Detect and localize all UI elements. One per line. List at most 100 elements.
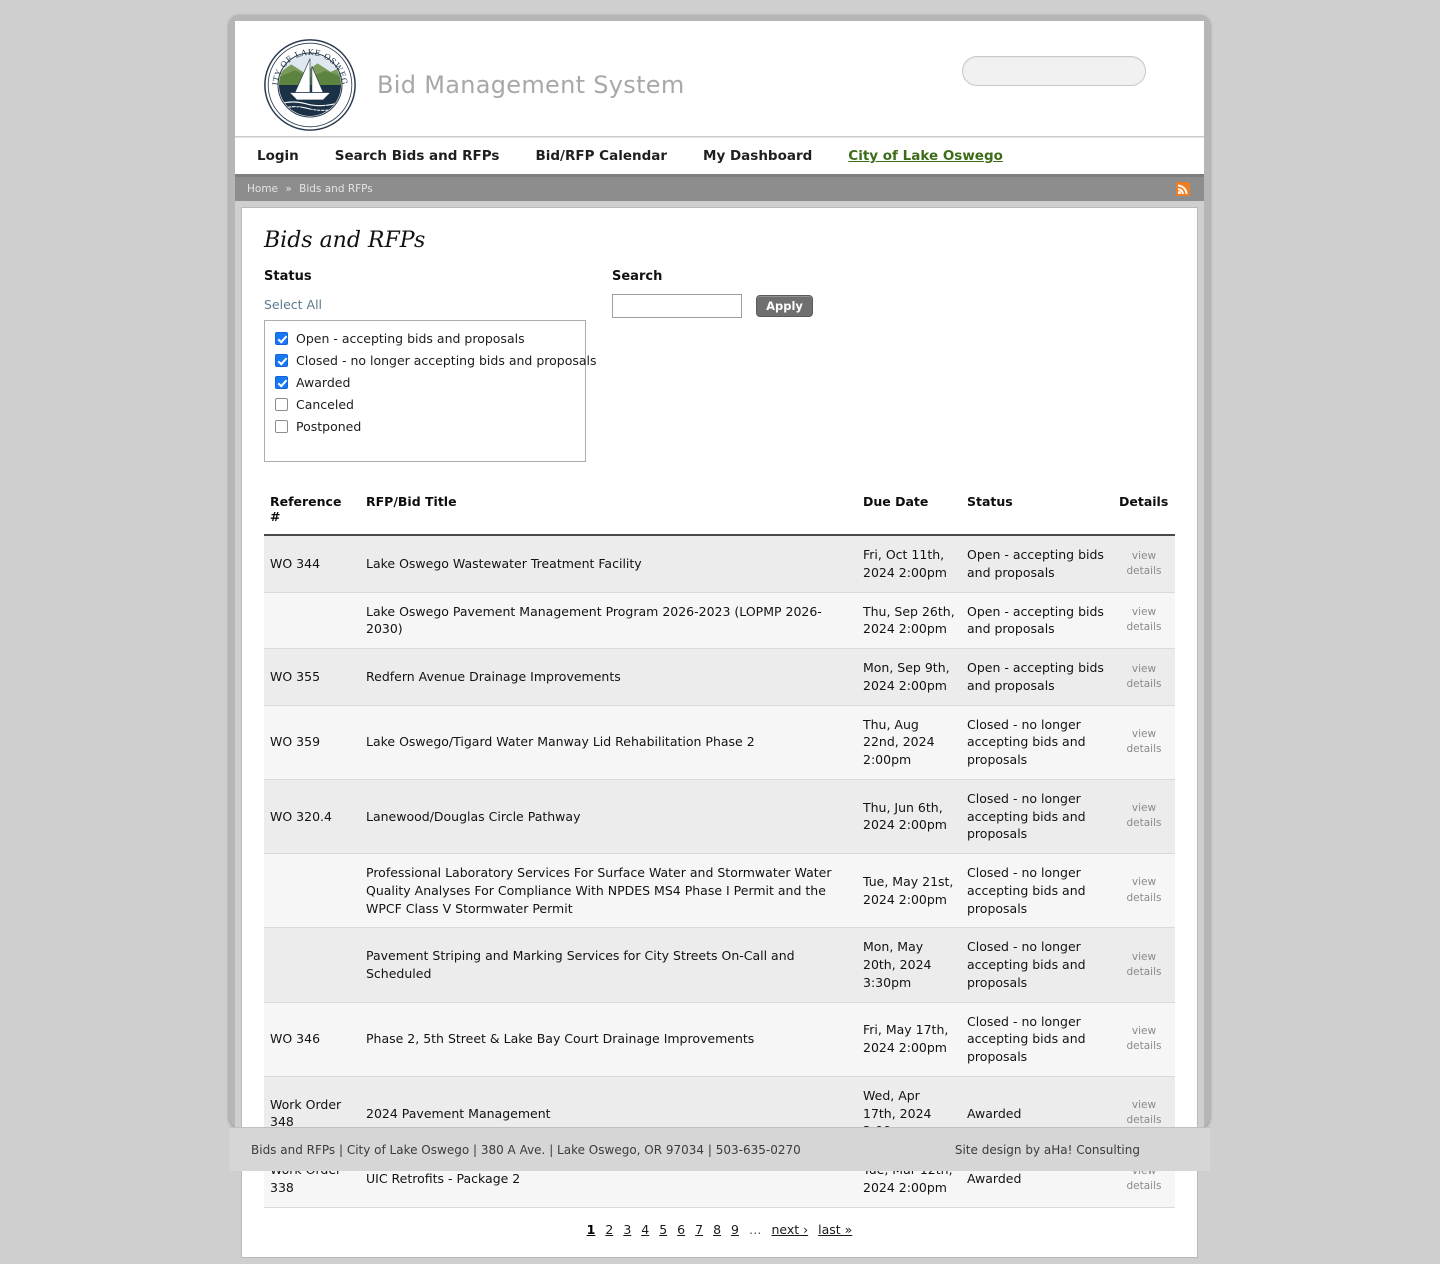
header-search-input[interactable] — [962, 56, 1146, 86]
rss-glyph-icon — [1177, 184, 1188, 195]
search-input[interactable] — [612, 294, 742, 318]
cell-due-date: Thu, Sep 26th, 2024 2:00pm — [857, 592, 961, 649]
view-details-link[interactable]: view details — [1119, 605, 1169, 635]
cell-title: Lake Oswego/Tigard Water Manway Lid Reha… — [360, 705, 857, 780]
cell-status: Closed - no longer accepting bids and pr… — [961, 705, 1113, 780]
view-details-link[interactable]: view details — [1119, 662, 1169, 692]
filter-row: Status Select All Open - accepting bids … — [264, 269, 1175, 462]
nav-item-bid-rfp-calendar[interactable]: Bid/RFP Calendar — [535, 148, 667, 164]
table-row: WO 344 Lake Oswego Wastewater Treatment F… — [264, 535, 1175, 593]
cell-status: Open - accepting bids and proposals — [961, 648, 1113, 706]
cell-title: Professional Laboratory Services For Sur… — [360, 853, 857, 929]
cell-details: view details — [1113, 927, 1175, 1003]
breadcrumb-current: Bids and RFPs — [299, 183, 373, 195]
nav-item-my-dashboard[interactable]: My Dashboard — [703, 148, 812, 164]
pager-item-9[interactable]: 9 — [731, 1222, 739, 1237]
cell-status: Open - accepting bids and proposals — [961, 535, 1113, 593]
view-details-link[interactable]: view details — [1119, 950, 1169, 980]
breadcrumb-home[interactable]: Home — [247, 183, 278, 195]
status-checkbox-group: Open - accepting bids and proposals Clos… — [264, 320, 597, 462]
cell-title: Phase 2, 5th Street & Lake Bay Court Dra… — [360, 1002, 857, 1077]
cell-title: Redfern Avenue Drainage Improvements — [360, 648, 857, 706]
status-option-canceled-label: Canceled — [296, 396, 354, 412]
table-header-row: Reference # RFP/Bid Title Due Date Statu… — [264, 488, 1175, 536]
pager-item-5[interactable]: 5 — [659, 1222, 667, 1237]
column-header-due-date: Due Date — [857, 488, 961, 536]
pager-item-6[interactable]: 6 — [677, 1222, 685, 1237]
view-details-link[interactable]: view details — [1119, 801, 1169, 831]
city-seal-logo[interactable]: CITY OF LAKE OSWEGO OREGON — [263, 38, 357, 132]
cell-reference — [264, 853, 360, 929]
site-footer: Bids and RFPs | City of Lake Oswego | 38… — [229, 1127, 1210, 1171]
view-details-link[interactable]: view details — [1119, 727, 1169, 757]
status-filter-label: Status — [264, 269, 312, 284]
pager-ellipsis: … — [748, 1221, 762, 1237]
cell-details: view details — [1113, 535, 1175, 593]
select-all-link[interactable]: Select All — [264, 297, 322, 312]
cell-status: Open - accepting bids and proposals — [961, 592, 1113, 649]
column-header-status: Status — [961, 488, 1113, 536]
cell-status: Closed - no longer accepting bids and pr… — [961, 927, 1113, 1003]
view-details-link[interactable]: view details — [1119, 1098, 1169, 1128]
status-option-awarded[interactable]: Awarded — [275, 373, 575, 391]
status-option-canceled[interactable]: Canceled — [275, 395, 575, 413]
cell-title: Lake Oswego Pavement Management Program … — [360, 592, 857, 649]
rss-feed-icon[interactable] — [1176, 182, 1190, 196]
pager-item-7[interactable]: 7 — [695, 1222, 703, 1237]
status-option-awarded-label: Awarded — [296, 374, 351, 390]
column-header-details: Details — [1113, 488, 1175, 536]
cell-due-date: Fri, May 17th, 2024 2:00pm — [857, 1002, 961, 1077]
cell-reference: WO 355 — [264, 648, 360, 706]
cell-reference — [264, 592, 360, 649]
cell-due-date: Fri, Oct 11th, 2024 2:00pm — [857, 535, 961, 593]
table-row: Pavement Striping and Marking Services f… — [264, 927, 1175, 1003]
pager-item-8[interactable]: 8 — [713, 1222, 721, 1237]
pager-item-4[interactable]: 4 — [641, 1222, 649, 1237]
checkbox-closed[interactable] — [275, 353, 288, 367]
footer-credit[interactable]: Site design by aHa! Consulting — [955, 1143, 1188, 1157]
nav-item-city-of-lake-oswego[interactable]: City of Lake Oswego — [848, 148, 1003, 164]
cell-reference: WO 359 — [264, 705, 360, 780]
cell-reference — [264, 927, 360, 1003]
view-details-link[interactable]: view details — [1119, 875, 1169, 905]
table-row: Professional Laboratory Services For Sur… — [264, 853, 1175, 929]
browser-page-frame: CITY OF LAKE OSWEGO OREGON Bid Managemen… — [229, 15, 1210, 1264]
checkbox-open[interactable] — [275, 331, 288, 345]
pager-item-1[interactable]: 1 — [587, 1222, 596, 1237]
cell-due-date: Thu, Jun 6th, 2024 2:00pm — [857, 779, 961, 855]
apply-button[interactable]: Apply — [756, 295, 813, 317]
status-option-closed[interactable]: Closed - no longer accepting bids and pr… — [275, 351, 597, 369]
view-details-link[interactable]: view details — [1119, 1024, 1169, 1054]
cell-details: view details — [1113, 648, 1175, 706]
table-row: WO 346 Phase 2, 5th Street & Lake Bay Cou… — [264, 1002, 1175, 1077]
bids-table: Reference # RFP/Bid Title Due Date Statu… — [264, 488, 1175, 1208]
checkbox-postponed[interactable] — [275, 419, 288, 433]
column-header-title: RFP/Bid Title — [360, 488, 857, 536]
pager-item-next[interactable]: next › — [771, 1222, 808, 1237]
pager-item-3[interactable]: 3 — [623, 1222, 631, 1237]
cell-details: view details — [1113, 779, 1175, 855]
cell-details: view details — [1113, 592, 1175, 649]
content-panel: Bids and RFPs Status Select All Open - a… — [241, 207, 1198, 1258]
view-details-link[interactable]: view details — [1119, 549, 1169, 579]
cell-status: Closed - no longer accepting bids and pr… — [961, 1002, 1113, 1077]
bids-table-head: Reference # RFP/Bid Title Due Date Statu… — [264, 488, 1175, 536]
search-filter-label: Search — [612, 269, 663, 284]
pager-item-2[interactable]: 2 — [605, 1222, 613, 1237]
cell-status: Closed - no longer accepting bids and pr… — [961, 779, 1113, 855]
page-title: Bids and RFPs — [264, 228, 426, 253]
cell-due-date: Mon, Sep 9th, 2024 2:00pm — [857, 648, 961, 706]
nav-item-search-bids-and-rfps[interactable]: Search Bids and RFPs — [335, 148, 500, 164]
checkbox-canceled[interactable] — [275, 397, 288, 411]
breadcrumb-bar: Home » Bids and RFPs — [235, 177, 1204, 201]
cell-details: view details — [1113, 853, 1175, 929]
status-option-open[interactable]: Open - accepting bids and proposals — [275, 329, 575, 347]
primary-navigation: Login Search Bids and RFPs Bid/RFP Calen… — [235, 137, 1204, 177]
column-header-reference: Reference # — [264, 488, 360, 536]
pager-item-last[interactable]: last » — [818, 1222, 852, 1237]
checkbox-awarded[interactable] — [275, 375, 288, 389]
nav-item-login[interactable]: Login — [257, 148, 299, 164]
status-option-postponed[interactable]: Postponed — [275, 417, 575, 435]
cell-title: Pavement Striping and Marking Services f… — [360, 927, 857, 1003]
table-row: WO 359 Lake Oswego/Tigard Water Manway Li… — [264, 705, 1175, 780]
